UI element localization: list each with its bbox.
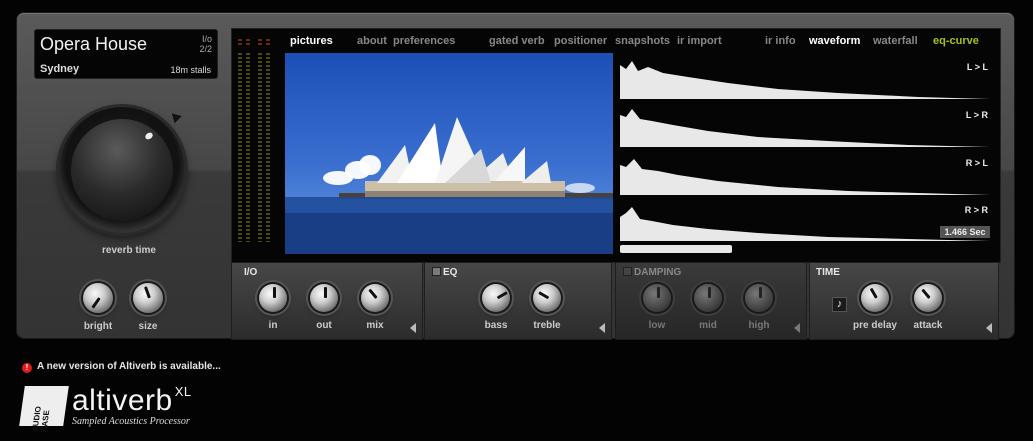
pre-delay-label: pre delay: [853, 320, 897, 331]
in-knob-indicator: [273, 287, 276, 298]
output-meter-right: [266, 53, 270, 242]
waveform-label-l-l: L > L: [966, 62, 988, 72]
output-meter-peak-1: [238, 39, 242, 47]
time-section: TIME ♪ pre delay attack: [809, 262, 999, 340]
time-section-title: TIME: [816, 267, 840, 278]
damping-section-title: DAMPING: [634, 267, 682, 278]
damping-section: DAMPING low mid high: [615, 262, 807, 340]
high-label: high: [748, 320, 770, 331]
altiverb-plugin-window: Opera House I/o 2/2 Sydney 18m stalls re…: [17, 13, 1014, 340]
low-damping-knob-indicator: [657, 287, 660, 298]
waveform-scrollbar[interactable]: [620, 245, 732, 253]
io-section-title: I/O: [244, 267, 258, 278]
bright-knob[interactable]: [83, 283, 113, 313]
damping-enable-toggle[interactable]: [623, 267, 632, 276]
high-damping-knob[interactable]: [745, 284, 773, 312]
io-config-label: I/o: [201, 34, 212, 44]
waveform-graph: [620, 61, 990, 241]
mix-label: mix: [366, 320, 384, 331]
size-knob[interactable]: [133, 283, 163, 313]
tempo-sync-note-icon[interactable]: ♪: [832, 297, 847, 312]
io-section-arrow-icon[interactable]: [410, 323, 416, 333]
brand-suffix: XL: [174, 384, 192, 399]
output-meter-peak-3: [258, 39, 262, 47]
alert-icon: !: [22, 363, 32, 373]
damping-section-arrow-icon[interactable]: [794, 323, 800, 333]
bright-knob-indicator: [91, 297, 101, 309]
eq-enable-toggle[interactable]: [432, 267, 441, 276]
tab-ir-info[interactable]: ir info: [765, 35, 796, 47]
waveform-view: L > L L > R R > L R > R 1.466 Sec: [618, 51, 994, 256]
output-meter-peak-4: [266, 39, 270, 47]
reverb-time-menu-triangle-icon[interactable]: [168, 109, 182, 124]
attack-knob-indicator: [921, 288, 931, 299]
bass-knob-indicator: [496, 291, 508, 300]
pre-delay-knob[interactable]: [861, 284, 889, 312]
tab-waterfall[interactable]: waterfall: [873, 35, 918, 47]
attack-knob[interactable]: [914, 284, 942, 312]
waveform-label-l-r: L > R: [965, 110, 988, 120]
eq-section: EQ bass treble: [424, 262, 612, 340]
update-text[interactable]: A new version of Altiverb is available..…: [37, 361, 221, 372]
waveform-label-r-l: R > L: [965, 158, 988, 168]
venue-picture: [285, 53, 613, 254]
tab-pictures[interactable]: pictures: [290, 35, 333, 47]
opera-house-image: [285, 117, 613, 254]
treble-knob-indicator: [538, 291, 550, 300]
preset-location: Sydney: [40, 63, 80, 75]
io-section: I/O in out mix: [231, 262, 423, 340]
output-meter-peak-2: [246, 39, 250, 47]
reverb-time-label: reverb time: [102, 245, 156, 256]
tab-about[interactable]: about: [357, 35, 387, 47]
input-meter-right: [246, 53, 250, 242]
tab-eq-curve[interactable]: eq-curve: [933, 35, 979, 47]
time-section-arrow-icon[interactable]: [986, 323, 992, 333]
treble-knob[interactable]: [533, 284, 561, 312]
input-meter-left: [238, 53, 242, 242]
audio-ease-logo: AUDIO EASE: [19, 386, 69, 432]
io-config-value: 2/2: [199, 44, 212, 54]
waveform-label-r-r: R > R: [964, 205, 988, 215]
reverb-time-knob-cap: [71, 119, 173, 221]
update-notice[interactable]: ! A new version of Altiverb is available.…: [22, 361, 221, 373]
treble-label: treble: [533, 320, 561, 331]
eq-section-arrow-icon[interactable]: [599, 323, 605, 333]
tab-snapshots[interactable]: snapshots: [615, 35, 670, 47]
io-config: I/o 2/2: [199, 34, 212, 54]
size-label: size: [138, 321, 158, 332]
high-damping-knob-indicator: [759, 287, 762, 298]
main-display: pictures about preferences gated verb po…: [231, 28, 1001, 263]
tab-positioner[interactable]: positioner: [554, 35, 607, 47]
bass-knob[interactable]: [482, 284, 510, 312]
preset-display[interactable]: Opera House I/o 2/2 Sydney 18m stalls: [34, 29, 218, 79]
brand-wordmark: altiverb: [72, 384, 173, 417]
preset-name: Opera House: [40, 34, 148, 54]
output-meter-left: [258, 53, 262, 242]
eq-section-title: EQ: [443, 267, 458, 278]
bright-label: bright: [83, 321, 113, 332]
low-damping-knob[interactable]: [643, 284, 671, 312]
pre-delay-knob-indicator: [869, 287, 878, 299]
out-knob[interactable]: [310, 284, 338, 312]
in-knob[interactable]: [259, 284, 287, 312]
mid-damping-knob-indicator: [708, 287, 711, 298]
mid-damping-knob[interactable]: [694, 284, 722, 312]
out-knob-indicator: [324, 287, 327, 298]
tab-waveform[interactable]: waveform: [809, 35, 860, 47]
mix-knob[interactable]: [361, 284, 389, 312]
preset-position: 18m stalls: [170, 65, 211, 75]
audio-ease-logo-text: AUDIO EASE: [30, 406, 52, 432]
mix-knob-indicator: [368, 288, 378, 299]
ir-length-readout: 1.466 Sec: [940, 226, 990, 238]
tab-ir-import[interactable]: ir import: [677, 35, 722, 47]
tab-preferences[interactable]: preferences: [393, 35, 455, 47]
size-knob-indicator: [143, 286, 151, 299]
tab-gated-verb[interactable]: gated verb: [489, 35, 545, 47]
attack-label: attack: [913, 320, 943, 331]
brand-tagline: Sampled Acoustics Processor: [72, 416, 190, 427]
brand-name: altiverb XL: [72, 384, 192, 418]
reverb-time-knob[interactable]: [59, 107, 185, 233]
